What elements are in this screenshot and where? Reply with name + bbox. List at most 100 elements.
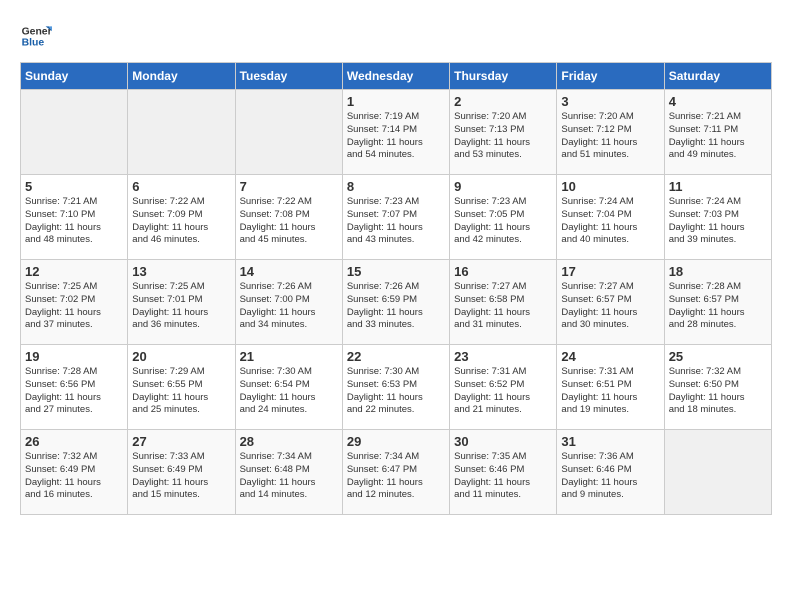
calendar-cell: 8 Sunrise: 7:23 AM Sunset: 7:07 PM Daylig… — [342, 175, 449, 260]
cell-info: Sunrise: 7:24 AM Sunset: 7:04 PM Dayligh… — [561, 196, 659, 247]
cell-info: Sunrise: 7:34 AM Sunset: 6:47 PM Dayligh… — [347, 451, 445, 502]
cell-info: Sunrise: 7:32 AM Sunset: 6:50 PM Dayligh… — [669, 366, 767, 417]
day-number: 27 — [132, 434, 230, 449]
svg-text:General: General — [22, 26, 52, 37]
week-row-5: 26 Sunrise: 7:32 AM Sunset: 6:49 PM Dayli… — [21, 430, 772, 515]
col-header-monday: Monday — [128, 63, 235, 90]
calendar-cell: 16Sunrise: 7:27 AM Sunset: 6:58 PM Dayli… — [450, 260, 557, 345]
calendar-cell: 28 Sunrise: 7:34 AM Sunset: 6:48 PM Dayli… — [235, 430, 342, 515]
cell-info: Sunrise: 7:28 AM Sunset: 6:56 PM Dayligh… — [25, 366, 123, 417]
calendar-cell: 4 Sunrise: 7:21 AM Sunset: 7:11 PM Daylig… — [664, 90, 771, 175]
week-row-3: 12Sunrise: 7:25 AM Sunset: 7:02 PM Dayli… — [21, 260, 772, 345]
logo: General Blue — [20, 20, 56, 52]
calendar-cell: 17 Sunrise: 7:27 AM Sunset: 6:57 PM Dayli… — [557, 260, 664, 345]
cell-info: Sunrise: 7:23 AM Sunset: 7:05 PM Dayligh… — [454, 196, 552, 247]
week-row-1: 1Sunrise: 7:19 AM Sunset: 7:14 PM Daylig… — [21, 90, 772, 175]
day-number: 13 — [132, 264, 230, 279]
calendar-cell: 21 Sunrise: 7:30 AM Sunset: 6:54 PM Dayli… — [235, 345, 342, 430]
calendar-cell: 19Sunrise: 7:28 AM Sunset: 6:56 PM Dayli… — [21, 345, 128, 430]
day-number: 23 — [454, 349, 552, 364]
cell-info: Sunrise: 7:28 AM Sunset: 6:57 PM Dayligh… — [669, 281, 767, 332]
calendar-cell — [21, 90, 128, 175]
day-number: 21 — [240, 349, 338, 364]
cell-info: Sunrise: 7:33 AM Sunset: 6:49 PM Dayligh… — [132, 451, 230, 502]
calendar-cell: 12Sunrise: 7:25 AM Sunset: 7:02 PM Dayli… — [21, 260, 128, 345]
calendar-cell: 27 Sunrise: 7:33 AM Sunset: 6:49 PM Dayli… — [128, 430, 235, 515]
day-number: 2 — [454, 94, 552, 109]
cell-info: Sunrise: 7:20 AM Sunset: 7:13 PM Dayligh… — [454, 111, 552, 162]
header: General Blue — [20, 20, 772, 52]
day-number: 22 — [347, 349, 445, 364]
cell-info: Sunrise: 7:29 AM Sunset: 6:55 PM Dayligh… — [132, 366, 230, 417]
logo-icon: General Blue — [20, 20, 52, 52]
cell-info: Sunrise: 7:27 AM Sunset: 6:58 PM Dayligh… — [454, 281, 552, 332]
col-header-tuesday: Tuesday — [235, 63, 342, 90]
calendar-cell: 14Sunrise: 7:26 AM Sunset: 7:00 PM Dayli… — [235, 260, 342, 345]
calendar-cell: 29Sunrise: 7:34 AM Sunset: 6:47 PM Dayli… — [342, 430, 449, 515]
day-number: 15 — [347, 264, 445, 279]
col-header-saturday: Saturday — [664, 63, 771, 90]
calendar-cell: 25 Sunrise: 7:32 AM Sunset: 6:50 PM Dayli… — [664, 345, 771, 430]
cell-info: Sunrise: 7:24 AM Sunset: 7:03 PM Dayligh… — [669, 196, 767, 247]
calendar-cell: 3 Sunrise: 7:20 AM Sunset: 7:12 PM Daylig… — [557, 90, 664, 175]
cell-info: Sunrise: 7:31 AM Sunset: 6:51 PM Dayligh… — [561, 366, 659, 417]
cell-info: Sunrise: 7:27 AM Sunset: 6:57 PM Dayligh… — [561, 281, 659, 332]
day-number: 8 — [347, 179, 445, 194]
calendar-cell: 23 Sunrise: 7:31 AM Sunset: 6:52 PM Dayli… — [450, 345, 557, 430]
cell-info: Sunrise: 7:34 AM Sunset: 6:48 PM Dayligh… — [240, 451, 338, 502]
calendar-cell: 9 Sunrise: 7:23 AM Sunset: 7:05 PM Daylig… — [450, 175, 557, 260]
calendar-table: SundayMondayTuesdayWednesdayThursdayFrid… — [20, 62, 772, 515]
cell-info: Sunrise: 7:36 AM Sunset: 6:46 PM Dayligh… — [561, 451, 659, 502]
calendar-cell: 24 Sunrise: 7:31 AM Sunset: 6:51 PM Dayli… — [557, 345, 664, 430]
cell-info: Sunrise: 7:22 AM Sunset: 7:09 PM Dayligh… — [132, 196, 230, 247]
day-number: 3 — [561, 94, 659, 109]
day-number: 6 — [132, 179, 230, 194]
week-row-2: 5 Sunrise: 7:21 AM Sunset: 7:10 PM Daylig… — [21, 175, 772, 260]
cell-info: Sunrise: 7:25 AM Sunset: 7:01 PM Dayligh… — [132, 281, 230, 332]
day-number: 14 — [240, 264, 338, 279]
col-header-friday: Friday — [557, 63, 664, 90]
cell-info: Sunrise: 7:20 AM Sunset: 7:12 PM Dayligh… — [561, 111, 659, 162]
day-number: 18 — [669, 264, 767, 279]
calendar-cell — [235, 90, 342, 175]
cell-info: Sunrise: 7:32 AM Sunset: 6:49 PM Dayligh… — [25, 451, 123, 502]
col-header-wednesday: Wednesday — [342, 63, 449, 90]
cell-info: Sunrise: 7:30 AM Sunset: 6:54 PM Dayligh… — [240, 366, 338, 417]
day-number: 30 — [454, 434, 552, 449]
day-number: 28 — [240, 434, 338, 449]
day-number: 11 — [669, 179, 767, 194]
calendar-cell: 15 Sunrise: 7:26 AM Sunset: 6:59 PM Dayli… — [342, 260, 449, 345]
cell-info: Sunrise: 7:21 AM Sunset: 7:11 PM Dayligh… — [669, 111, 767, 162]
day-number: 7 — [240, 179, 338, 194]
cell-info: Sunrise: 7:23 AM Sunset: 7:07 PM Dayligh… — [347, 196, 445, 247]
calendar-cell — [664, 430, 771, 515]
day-number: 9 — [454, 179, 552, 194]
day-number: 1 — [347, 94, 445, 109]
day-number: 24 — [561, 349, 659, 364]
day-number: 12 — [25, 264, 123, 279]
header-row: SundayMondayTuesdayWednesdayThursdayFrid… — [21, 63, 772, 90]
day-number: 5 — [25, 179, 123, 194]
calendar-cell: 2 Sunrise: 7:20 AM Sunset: 7:13 PM Daylig… — [450, 90, 557, 175]
cell-info: Sunrise: 7:26 AM Sunset: 6:59 PM Dayligh… — [347, 281, 445, 332]
calendar-cell: 18 Sunrise: 7:28 AM Sunset: 6:57 PM Dayli… — [664, 260, 771, 345]
calendar-cell — [128, 90, 235, 175]
calendar-cell: 7 Sunrise: 7:22 AM Sunset: 7:08 PM Daylig… — [235, 175, 342, 260]
calendar-cell: 10 Sunrise: 7:24 AM Sunset: 7:04 PM Dayli… — [557, 175, 664, 260]
day-number: 25 — [669, 349, 767, 364]
cell-info: Sunrise: 7:21 AM Sunset: 7:10 PM Dayligh… — [25, 196, 123, 247]
cell-info: Sunrise: 7:31 AM Sunset: 6:52 PM Dayligh… — [454, 366, 552, 417]
calendar-cell: 11 Sunrise: 7:24 AM Sunset: 7:03 PM Dayli… — [664, 175, 771, 260]
calendar-cell: 13 Sunrise: 7:25 AM Sunset: 7:01 PM Dayli… — [128, 260, 235, 345]
day-number: 10 — [561, 179, 659, 194]
cell-info: Sunrise: 7:22 AM Sunset: 7:08 PM Dayligh… — [240, 196, 338, 247]
day-number: 17 — [561, 264, 659, 279]
svg-text:Blue: Blue — [22, 38, 45, 49]
col-header-sunday: Sunday — [21, 63, 128, 90]
cell-info: Sunrise: 7:30 AM Sunset: 6:53 PM Dayligh… — [347, 366, 445, 417]
calendar-cell: 20Sunrise: 7:29 AM Sunset: 6:55 PM Dayli… — [128, 345, 235, 430]
day-number: 4 — [669, 94, 767, 109]
day-number: 31 — [561, 434, 659, 449]
col-header-thursday: Thursday — [450, 63, 557, 90]
day-number: 26 — [25, 434, 123, 449]
